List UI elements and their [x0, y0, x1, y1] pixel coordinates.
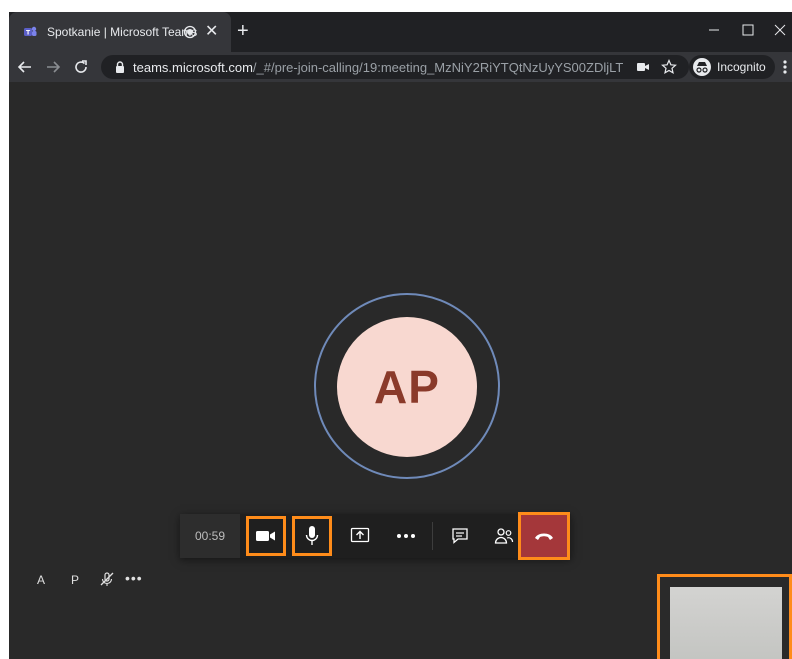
meeting-stage: AP 00:59 A P •••: [9, 82, 792, 659]
browser-toolbar: teams.microsoft.com/_#/pre-join-calling/…: [9, 52, 792, 82]
hang-up-button[interactable]: [518, 512, 570, 560]
url-text: teams.microsoft.com/_#/pre-join-calling/…: [133, 60, 623, 75]
hang-up-icon: [535, 533, 553, 540]
incognito-badge[interactable]: Incognito: [689, 55, 775, 79]
browser-menu-icon[interactable]: [781, 57, 789, 77]
new-tab-button[interactable]: +: [237, 21, 249, 41]
chat-button[interactable]: [438, 514, 482, 558]
recording-icon: [183, 25, 197, 39]
call-timer: 00:59: [180, 514, 240, 558]
more-actions-button[interactable]: [384, 514, 428, 558]
video-camera-icon: [256, 531, 275, 541]
maximize-icon[interactable]: [733, 18, 763, 42]
window-close-icon[interactable]: [765, 18, 792, 42]
more-actions-icon: [397, 534, 415, 538]
address-bar[interactable]: teams.microsoft.com/_#/pre-join-calling/…: [101, 55, 689, 79]
incognito-label: Incognito: [717, 60, 766, 74]
call-controls-bar: 00:59: [180, 512, 571, 560]
tab-title: Spotkanie | Microsoft Teams: [47, 25, 198, 39]
lock-icon[interactable]: [113, 60, 127, 74]
incognito-icon: [693, 58, 711, 76]
muted-mic-icon: [100, 572, 114, 586]
reload-icon[interactable]: [71, 57, 91, 77]
participant-initial-first: A: [37, 573, 46, 587]
microphone-icon: [305, 526, 319, 545]
browser-window: T Spotkanie | Microsoft Teams ✕ + teams.…: [9, 12, 792, 659]
participant-more-button[interactable]: •••: [125, 570, 143, 586]
bookmark-star-icon[interactable]: [661, 59, 677, 75]
self-video-preview[interactable]: [657, 574, 792, 659]
self-video-feed: [670, 587, 782, 659]
screenshot-frame: T Spotkanie | Microsoft Teams ✕ + teams.…: [0, 0, 792, 659]
mic-toggle-button[interactable]: [292, 516, 332, 556]
controls-divider: [432, 522, 433, 550]
participants-icon: [494, 528, 514, 544]
share-screen-icon: [350, 527, 370, 543]
participant-initial-last: P: [71, 573, 80, 587]
chat-icon: [452, 528, 468, 544]
back-arrow-icon[interactable]: [15, 57, 35, 77]
tab-close-icon[interactable]: ✕: [205, 24, 218, 40]
camera-toggle-button[interactable]: [246, 516, 286, 556]
url-host: teams.microsoft.com: [133, 60, 253, 75]
browser-tab[interactable]: T Spotkanie | Microsoft Teams ✕: [9, 12, 231, 52]
tab-strip: T Spotkanie | Microsoft Teams ✕ +: [9, 12, 792, 52]
teams-icon: T: [24, 26, 37, 37]
avatar-initials: AP: [374, 361, 440, 413]
url-path: /_#/pre-join-calling/19:meeting_MzNiY2Ri…: [252, 60, 623, 75]
camera-in-use-icon[interactable]: [636, 61, 650, 73]
minimize-icon[interactable]: [699, 18, 729, 42]
share-screen-button[interactable]: [338, 514, 382, 558]
forward-arrow-icon[interactable]: [43, 57, 63, 77]
participant-avatar: AP: [337, 317, 477, 457]
